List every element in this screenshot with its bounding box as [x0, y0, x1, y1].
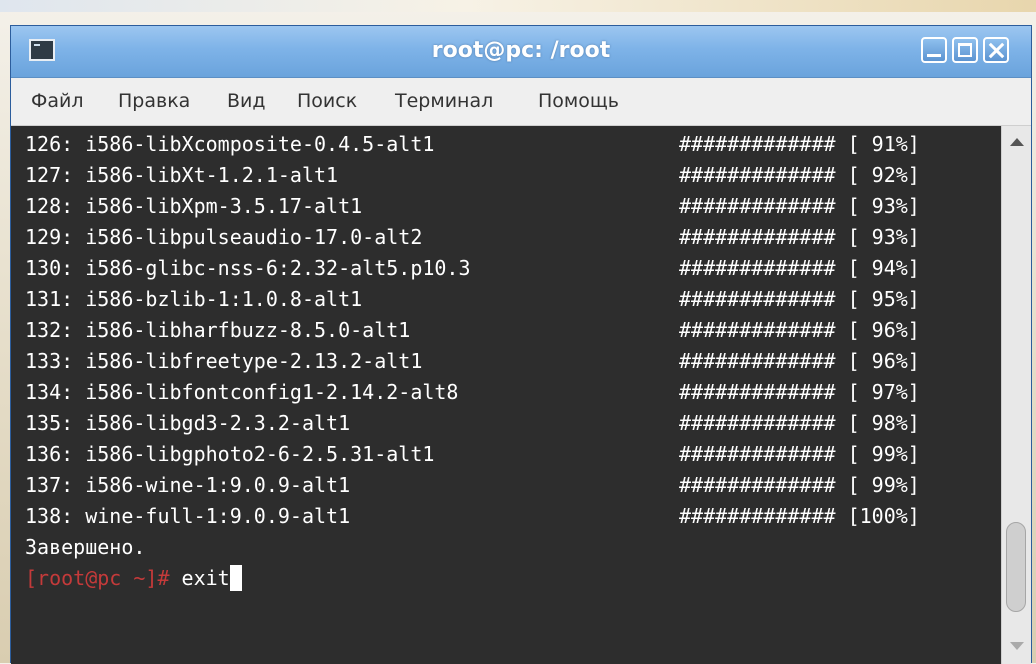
vertical-scrollbar[interactable] — [1001, 126, 1031, 664]
terminal-line: 135: i586-libgd3-2.3.2-alt1 ############… — [25, 408, 920, 439]
minimize-button[interactable] — [921, 37, 947, 63]
window-titlebar[interactable]: root@pc: /root — [11, 26, 1031, 78]
desktop-background — [0, 0, 1036, 12]
prompt-line[interactable]: [root@pc ~]# exit — [25, 563, 242, 594]
terminal-output[interactable]: 126: i586-libXcomposite-0.4.5-alt1 #####… — [11, 126, 1001, 664]
progress-text: ############# [ 96%] — [679, 349, 920, 373]
progress-text: ############# [ 95%] — [679, 287, 920, 311]
progress-text: ############# [ 93%] — [679, 225, 920, 249]
terminal-line: 131: i586-bzlib-1:1.0.8-alt1 ###########… — [25, 284, 920, 315]
menu-view[interactable]: Вид — [227, 78, 266, 125]
terminal-line: 132: i586-libharfbuzz-8.5.0-alt1 #######… — [25, 315, 920, 346]
terminal-line: 137: i586-wine-1:9.0.9-alt1 ############… — [25, 470, 920, 501]
menu-bar: Файл Правка Вид Поиск Терминал Помощь — [11, 78, 1031, 126]
terminal-line: 128: i586-libXpm-3.5.17-alt1 ###########… — [25, 191, 920, 222]
terminal-line: 134: i586-libfontconfig1-2.14.2-alt8 ###… — [25, 377, 920, 408]
menu-search[interactable]: Поиск — [297, 78, 357, 125]
typed-command: exit — [169, 566, 230, 590]
close-button[interactable] — [983, 37, 1009, 63]
window-title: root@pc: /root — [431, 38, 611, 63]
progress-text: ############# [100%] — [679, 504, 920, 528]
text-cursor — [229, 565, 242, 591]
progress-text: ############# [ 93%] — [679, 194, 920, 218]
maximize-button[interactable] — [952, 37, 978, 63]
menu-file[interactable]: Файл — [31, 78, 84, 125]
progress-text: ############# [ 98%] — [679, 411, 920, 435]
status-line: Завершено. — [25, 535, 146, 559]
terminal-line: 138: wine-full-1:9.0.9-alt1 ############… — [25, 501, 920, 532]
terminal-line: 127: i586-libXt-1.2.1-alt1 #############… — [25, 160, 920, 191]
scrollbar-thumb[interactable] — [1006, 522, 1026, 612]
menu-terminal[interactable]: Терминал — [395, 78, 493, 125]
terminal-line: 126: i586-libXcomposite-0.4.5-alt1 #####… — [25, 129, 920, 160]
terminal-line: 129: i586-libpulseaudio-17.0-alt2 ######… — [25, 222, 920, 253]
scroll-down-arrow-icon[interactable] — [1010, 642, 1024, 650]
scroll-up-arrow-icon[interactable] — [1010, 138, 1024, 146]
progress-text: ############# [ 94%] — [679, 256, 920, 280]
shell-prompt: [root@pc ~]# — [25, 566, 170, 590]
progress-text: ############# [ 91%] — [679, 132, 920, 156]
terminal-line: 136: i586-libgphoto2-6-2.5.31-alt1 #####… — [25, 439, 920, 470]
menu-edit[interactable]: Правка — [118, 78, 190, 125]
progress-text: ############# [ 92%] — [679, 163, 920, 187]
terminal-line: 133: i586-libfreetype-2.13.2-alt1 ######… — [25, 346, 920, 377]
menu-help[interactable]: Помощь — [538, 78, 619, 125]
progress-text: ############# [ 96%] — [679, 318, 920, 342]
progress-text: ############# [ 99%] — [679, 442, 920, 466]
terminal-window: root@pc: /root Файл Правка Вид Поиск Тер… — [10, 25, 1032, 664]
terminal-line: 130: i586-glibc-nss-6:2.32-alt5.p10.3 ##… — [25, 253, 920, 284]
progress-text: ############# [ 99%] — [679, 473, 920, 497]
progress-text: ############# [ 97%] — [679, 380, 920, 404]
